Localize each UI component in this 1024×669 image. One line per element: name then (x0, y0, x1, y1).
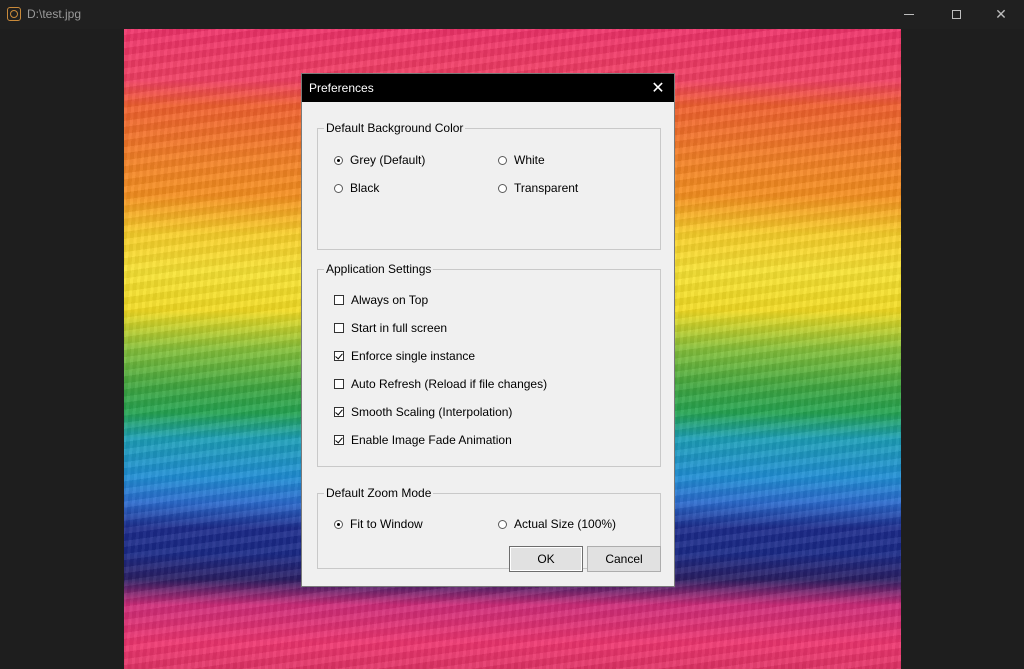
background-color-group: Default Background Color Grey (Default) … (317, 121, 661, 250)
checkbox-start-full-screen[interactable]: Start in full screen (334, 321, 447, 335)
cancel-button[interactable]: Cancel (587, 546, 661, 572)
checkbox-fade-animation-box[interactable] (334, 435, 344, 445)
radio-grey-default-label: Grey (Default) (350, 153, 426, 167)
radio-white-label: White (514, 153, 545, 167)
checkbox-always-on-top-label: Always on Top (351, 293, 429, 307)
checkbox-enforce-single-instance-box[interactable] (334, 351, 344, 361)
dialog-close-icon[interactable]: ✕ (642, 74, 674, 102)
background-color-group-label: Default Background Color (324, 121, 466, 135)
checkbox-start-full-screen-box[interactable] (334, 323, 344, 333)
checkbox-smooth-scaling-label: Smooth Scaling (Interpolation) (351, 405, 513, 419)
radio-black-indicator[interactable] (334, 183, 343, 193)
minimize-icon (904, 14, 914, 15)
minimize-button[interactable] (886, 0, 932, 29)
radio-actual-size[interactable]: Actual Size (100%) (498, 517, 616, 531)
radio-grey-default[interactable]: Grey (Default) (334, 153, 425, 167)
radio-fit-to-window-indicator[interactable] (334, 519, 343, 529)
window-title: D:\test.jpg (27, 7, 82, 21)
checkbox-auto-refresh-label: Auto Refresh (Reload if file changes) (351, 377, 548, 391)
radio-white-indicator[interactable] (498, 155, 507, 165)
radio-transparent[interactable]: Transparent (498, 181, 578, 195)
radio-transparent-label: Transparent (514, 181, 579, 195)
checkbox-always-on-top[interactable]: Always on Top (334, 293, 428, 307)
radio-black-label: Black (350, 181, 380, 195)
checkbox-enforce-single-instance-label: Enforce single instance (351, 349, 476, 363)
checkbox-always-on-top-box[interactable] (334, 295, 344, 305)
radio-actual-size-label: Actual Size (100%) (514, 517, 617, 531)
app-icon (7, 7, 21, 21)
radio-white[interactable]: White (498, 153, 545, 167)
preferences-dialog: Preferences ✕ Default Background Color G… (301, 73, 675, 587)
radio-fit-to-window-label: Fit to Window (350, 517, 423, 531)
checkbox-fade-animation[interactable]: Enable Image Fade Animation (334, 433, 512, 447)
checkbox-start-full-screen-label: Start in full screen (351, 321, 448, 335)
window-close-button[interactable]: ✕ (978, 0, 1024, 29)
radio-actual-size-indicator[interactable] (498, 519, 507, 529)
zoom-mode-group-label: Default Zoom Mode (324, 486, 434, 500)
maximize-icon (951, 10, 961, 19)
checkbox-smooth-scaling-box[interactable] (334, 407, 344, 417)
radio-transparent-indicator[interactable] (498, 183, 507, 193)
dialog-titlebar: Preferences ✕ (302, 74, 674, 102)
checkbox-auto-refresh[interactable]: Auto Refresh (Reload if file changes) (334, 377, 547, 391)
checkbox-smooth-scaling[interactable]: Smooth Scaling (Interpolation) (334, 405, 512, 419)
close-icon: ✕ (995, 6, 1007, 22)
application-settings-group: Application Settings Always on Top Start… (317, 262, 661, 467)
radio-black[interactable]: Black (334, 181, 379, 195)
window-titlebar: D:\test.jpg ✕ (0, 0, 1024, 29)
checkbox-fade-animation-label: Enable Image Fade Animation (351, 433, 512, 447)
ok-button[interactable]: OK (509, 546, 583, 572)
radio-fit-to-window[interactable]: Fit to Window (334, 517, 423, 531)
radio-grey-default-indicator[interactable] (334, 155, 343, 165)
maximize-button[interactable] (933, 0, 979, 29)
dialog-title: Preferences (309, 81, 374, 95)
application-settings-group-label: Application Settings (324, 262, 434, 276)
checkbox-enforce-single-instance[interactable]: Enforce single instance (334, 349, 475, 363)
checkbox-auto-refresh-box[interactable] (334, 379, 344, 389)
